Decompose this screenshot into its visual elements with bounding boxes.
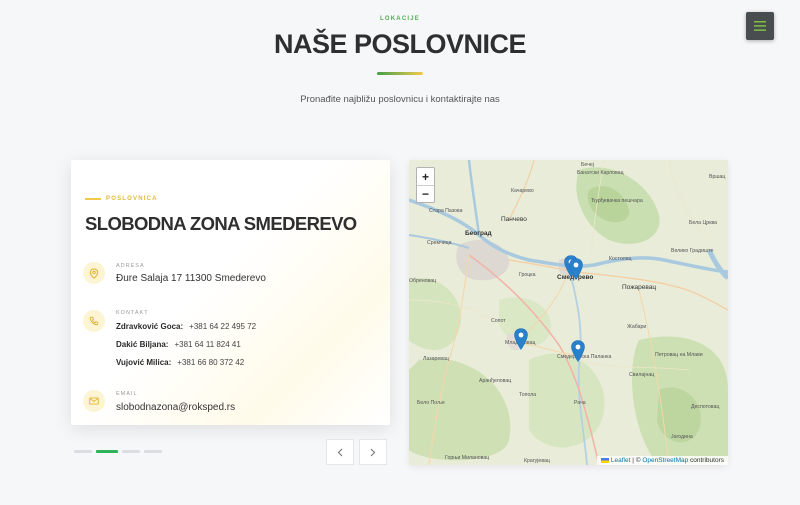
map-tiles <box>409 160 728 465</box>
page-subtitle: Pronađite najbližu poslovnicu i kontakti… <box>300 94 500 105</box>
hamburger-icon <box>754 21 766 31</box>
map-label: Банатски Карловац <box>577 170 624 176</box>
slider-pagination <box>74 450 162 453</box>
contact-label: KONTAKT <box>116 310 149 316</box>
map-label: Сремчица <box>427 240 452 246</box>
map-label: Аранђеловац <box>479 378 512 384</box>
map-label: Јагодина <box>671 434 693 440</box>
map-label: Топола <box>519 392 537 398</box>
address-label: ADRESA <box>116 263 145 269</box>
pagination-dot[interactable] <box>74 450 92 453</box>
contact-name: Vujović Milica: <box>116 358 172 367</box>
envelope-icon <box>83 390 105 412</box>
branch-title: SLOBODNA ZONA SMEDEREVO <box>85 213 357 234</box>
map-marker-icon[interactable] <box>571 340 585 362</box>
card-eyebrow-text: POSLOVNICA <box>106 196 158 202</box>
chevron-right-icon <box>370 448 376 456</box>
branch-map[interactable]: Бечеј Банатски Карловац Качарево Панчево… <box>409 160 728 465</box>
branch-card: POSLOVNICA SLOBODNA ZONA SMEDEREVO ADRES… <box>71 160 390 425</box>
map-label: Пожаревац <box>622 284 657 291</box>
map-label: Горњи Милановац <box>445 455 490 461</box>
attribution-tail: contributors <box>688 457 724 464</box>
map-label: Жабари <box>627 324 647 330</box>
contact-row: Vujović Milica: +381 66 80 372 42 <box>116 358 244 367</box>
prev-button[interactable] <box>326 439 354 465</box>
map-label: Крагујевац <box>524 458 550 464</box>
menu-button[interactable] <box>746 12 774 40</box>
contact-name: Zdravković Goca: <box>116 322 184 331</box>
map-label: Костолац <box>609 256 632 262</box>
zoom-out-button[interactable]: − <box>417 185 434 202</box>
chevron-left-icon <box>337 448 343 456</box>
section-eyebrow: LOKACIJE <box>380 16 420 22</box>
eyebrow-line <box>85 198 101 200</box>
map-label: Сопот <box>491 318 506 324</box>
zoom-in-button[interactable]: + <box>417 168 434 185</box>
title-underline <box>377 72 423 75</box>
pagination-dot-active[interactable] <box>96 450 118 453</box>
address-value: Đure Salaja 17 11300 Smederevo <box>116 273 266 284</box>
map-marker-icon[interactable] <box>569 258 583 280</box>
map-label: Свилајнац <box>629 372 655 378</box>
contact-row: Zdravković Goca: +381 64 22 495 72 <box>116 322 256 331</box>
email-value[interactable]: slobodnazona@roksped.rs <box>116 402 235 413</box>
phone-icon <box>83 310 105 332</box>
card-eyebrow: POSLOVNICA <box>85 196 158 202</box>
page-title: NAŠE POSLOVNICE <box>273 29 527 59</box>
attribution-separator: | © <box>630 457 643 464</box>
osm-link[interactable]: OpenStreetMap <box>642 457 688 464</box>
contact-name: Dakić Biljana: <box>116 340 169 349</box>
map-label: Бела Црква <box>689 220 718 226</box>
pagination-dot[interactable] <box>144 450 162 453</box>
map-label: Петровац на Млави <box>655 352 703 358</box>
pagination-dot[interactable] <box>122 450 140 453</box>
zoom-control: + − <box>416 167 435 203</box>
contact-phone[interactable]: +381 66 80 372 42 <box>177 358 244 367</box>
location-pin-icon <box>83 262 105 284</box>
map-label: Деспотовац <box>691 404 720 410</box>
map-label: Београд <box>465 230 492 237</box>
contact-row: Dakić Biljana: +381 64 11 824 41 <box>116 340 241 349</box>
map-label: Рача <box>574 400 586 406</box>
map-label: Гроцка <box>519 272 536 278</box>
leaflet-link[interactable]: Leaflet <box>611 457 631 464</box>
map-label: Ђурђевачка пешчара <box>591 198 643 204</box>
map-label: Стара Пазова <box>429 208 463 214</box>
contact-phone[interactable]: +381 64 11 824 41 <box>174 340 240 349</box>
ukraine-flag-icon <box>601 457 610 463</box>
map-label: Качарево <box>511 188 534 194</box>
map-label: Вршац <box>709 174 726 180</box>
map-label: Бело Поље <box>417 400 445 406</box>
map-label: Лазаревац <box>423 356 449 362</box>
contact-phone[interactable]: +381 64 22 495 72 <box>189 322 256 331</box>
map-attribution: Leaflet | © OpenStreetMap contributors <box>597 456 728 465</box>
map-marker-icon[interactable] <box>514 328 528 350</box>
map-label: Обреновац <box>409 278 437 284</box>
map-label: Панчево <box>501 216 527 223</box>
email-label: EMAIL <box>116 391 138 397</box>
map-label: Велико Градиште <box>671 248 714 254</box>
next-button[interactable] <box>359 439 387 465</box>
map-label: Бечеј <box>581 162 594 168</box>
